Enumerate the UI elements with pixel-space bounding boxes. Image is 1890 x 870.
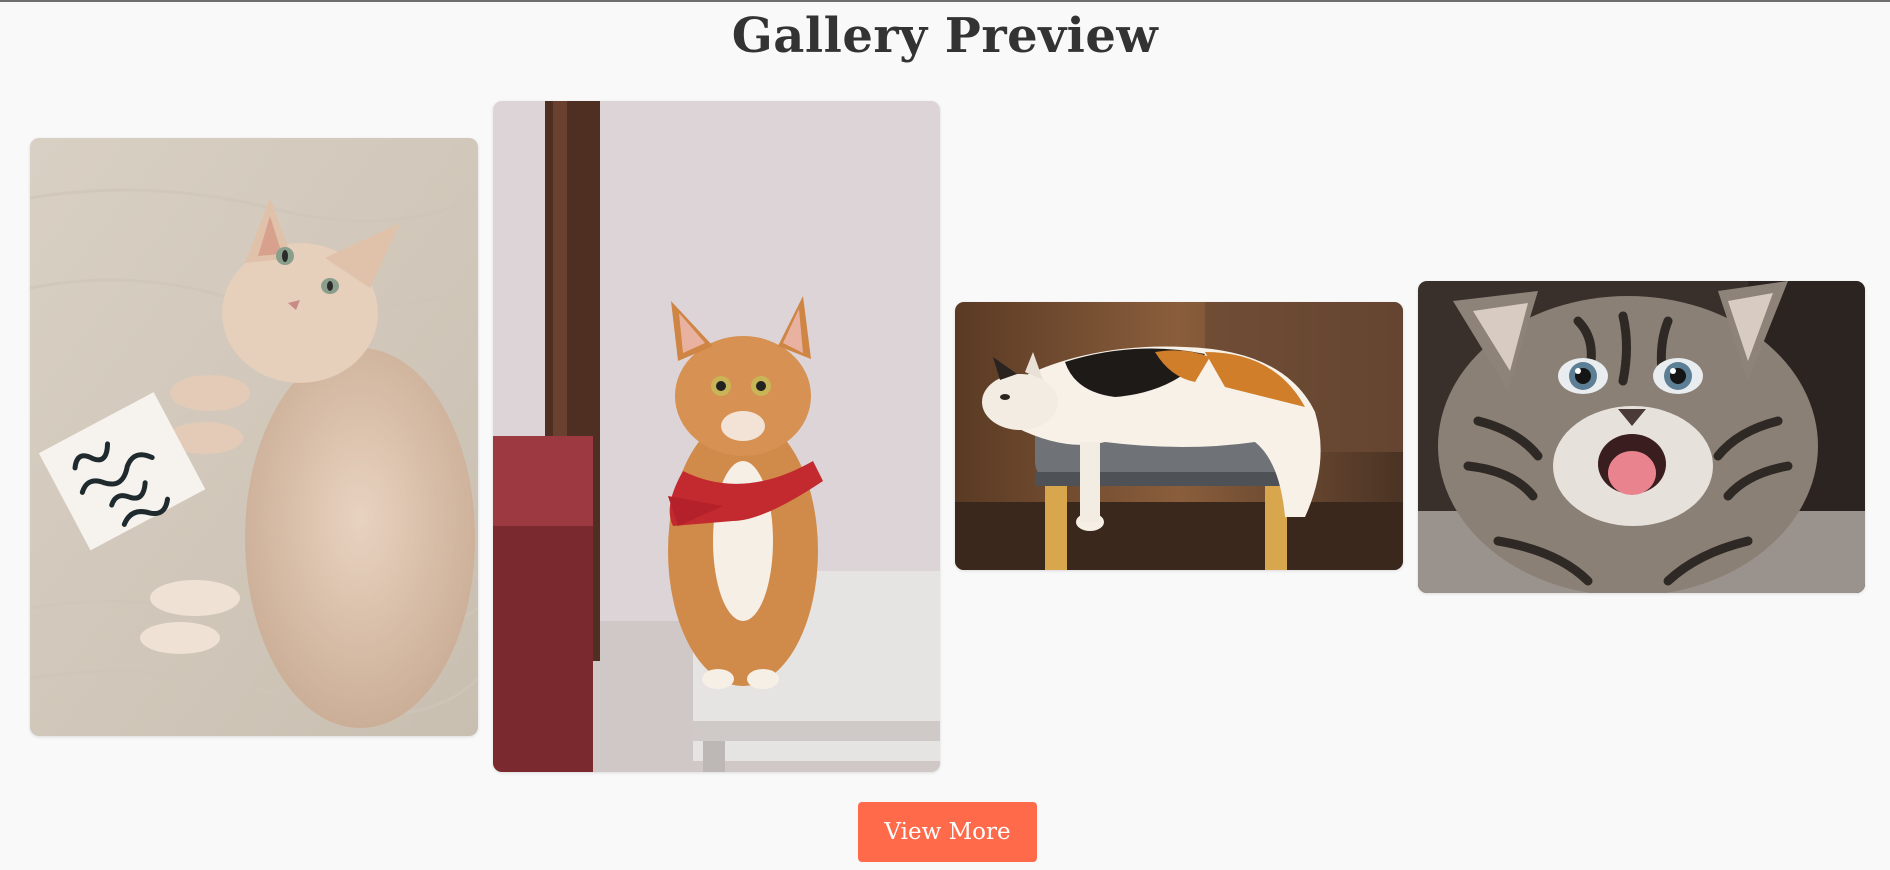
gallery-image-4[interactable] <box>1418 281 1865 593</box>
gallery-image-3[interactable] <box>955 302 1403 570</box>
calico-cat-photo <box>955 302 1403 570</box>
gallery-image-1[interactable] <box>30 138 478 736</box>
view-more-button[interactable]: View More <box>858 802 1037 862</box>
gallery <box>0 0 1890 870</box>
cream-cat-photo <box>30 138 478 736</box>
tabby-kitten-photo <box>1418 281 1865 593</box>
gallery-image-2[interactable] <box>493 101 940 772</box>
orange-cat-photo <box>493 101 940 772</box>
